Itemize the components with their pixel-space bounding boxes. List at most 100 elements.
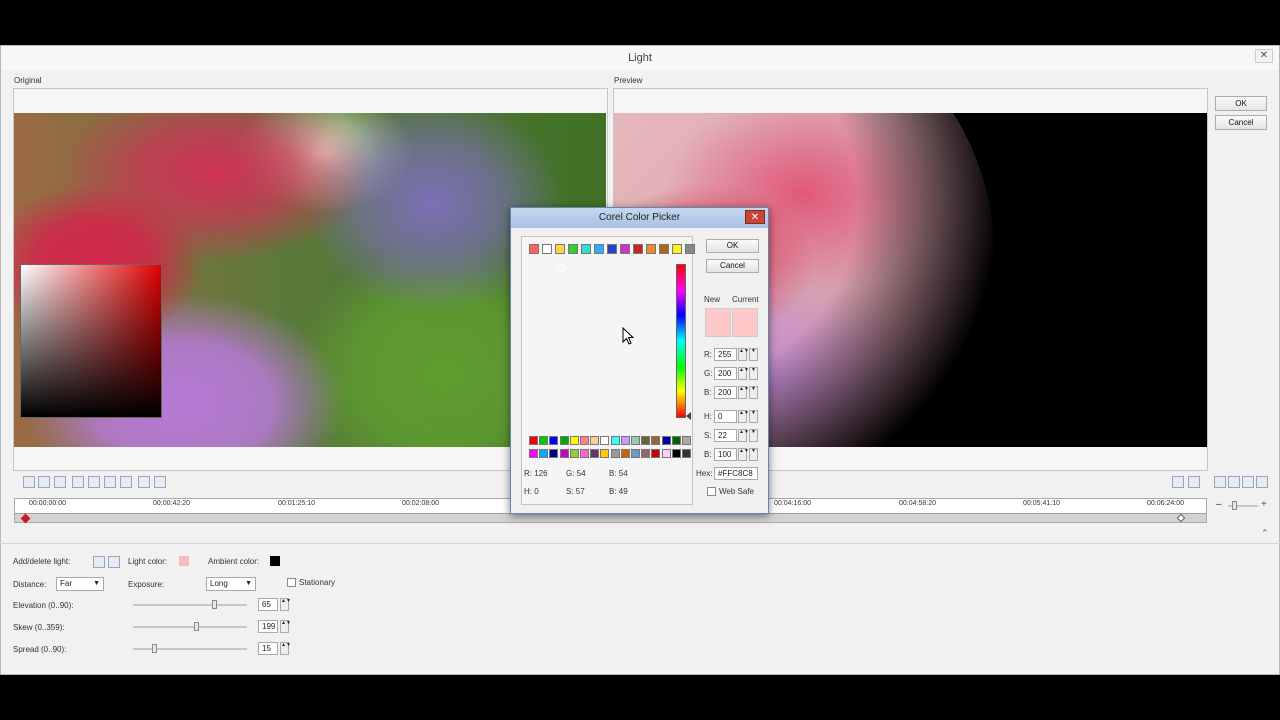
spread-slider-thumb[interactable] [151,644,157,653]
elevation-spinner[interactable]: ▲▼ [280,598,291,611]
preset-swatch[interactable] [659,244,669,254]
palette-swatch[interactable] [610,449,620,458]
preset-swatch[interactable] [633,244,643,254]
keyframe-reverse-icon[interactable] [104,476,116,488]
preset-swatch[interactable] [672,244,682,254]
palette-swatch[interactable] [651,436,661,445]
keyframe-add-icon[interactable] [72,476,84,488]
palette-swatch[interactable] [682,436,691,445]
collapse-icon[interactable]: ⌃ [1261,528,1269,539]
skew-input[interactable]: 199 [258,620,278,633]
palette-swatch[interactable] [641,436,651,445]
preset-swatch[interactable] [529,244,539,254]
preview-icon[interactable] [1242,476,1254,488]
s-input[interactable]: 22 [714,429,737,442]
palette-swatch[interactable] [539,449,549,458]
zoom-slider-thumb[interactable] [1232,501,1237,510]
loop-icon[interactable] [1228,476,1240,488]
b-input[interactable]: 200 [714,386,737,399]
keyframe-remove-icon[interactable] [88,476,100,488]
brightness-spinner[interactable]: ▲▼ [738,448,749,461]
palette-swatch[interactable] [651,449,661,458]
ok-button[interactable]: OK [1215,96,1267,111]
ambient-color-swatch[interactable] [270,556,280,566]
palette-swatch[interactable] [529,449,538,458]
preset-swatch[interactable] [581,244,591,254]
prev-keyframe-icon[interactable] [120,476,132,488]
zoom-in-icon[interactable] [38,476,50,488]
palette-swatch[interactable] [549,436,559,445]
h-input[interactable]: 0 [714,410,737,423]
palette-swatch[interactable] [529,436,538,445]
distance-select[interactable]: Far ▼ [56,577,104,591]
b-spinner[interactable]: ▲▼ [738,386,749,399]
color-picker-close-button[interactable]: ✕ [745,210,765,224]
palette-swatch[interactable] [549,449,559,458]
settings-icon[interactable] [1256,476,1268,488]
elevation-slider-thumb[interactable] [212,600,218,609]
palette-swatch[interactable] [600,449,610,458]
color-field-marker[interactable] [557,264,565,272]
preset-swatch[interactable] [568,244,578,254]
palette-swatch[interactable] [641,449,651,458]
preset-swatch[interactable] [685,244,695,254]
palette-swatch[interactable] [559,436,569,445]
preset-swatch[interactable] [555,244,565,254]
preset-swatch[interactable] [542,244,552,254]
preset-swatch[interactable] [646,244,656,254]
last-keyframe-icon[interactable] [154,476,166,488]
palette-swatch[interactable] [620,436,630,445]
g-dropdown-icon[interactable]: ▼ [749,367,758,380]
elevation-input[interactable]: 65 [258,598,278,611]
saturation-value-field[interactable] [20,264,162,418]
palette-swatch[interactable] [671,436,681,445]
r-dropdown-icon[interactable]: ▼ [749,348,758,361]
preset-swatch[interactable] [607,244,617,254]
play-icon[interactable] [1214,476,1226,488]
add-light-icon[interactable] [93,556,105,568]
spread-spinner[interactable]: ▲▼ [280,642,291,655]
palette-swatch[interactable] [661,449,671,458]
palette-swatch[interactable] [590,449,600,458]
palette-swatch[interactable] [569,436,579,445]
skew-slider[interactable] [133,626,247,628]
spread-slider[interactable] [133,648,247,650]
g-spinner[interactable]: ▲▼ [738,367,749,380]
cancel-button[interactable]: Cancel [1215,115,1267,130]
palette-swatch[interactable] [682,449,691,458]
spread-input[interactable]: 15 [258,642,278,655]
last-frame-icon[interactable] [1188,476,1200,488]
skew-spinner[interactable]: ▲▼ [280,620,291,633]
palette-swatch[interactable] [671,449,681,458]
zoom-out-icon[interactable] [54,476,66,488]
hue-slider[interactable] [676,264,686,418]
palette-swatch[interactable] [580,449,589,458]
palette-swatch[interactable] [559,449,569,458]
next-frame-icon[interactable] [1172,476,1184,488]
palette-swatch[interactable] [580,436,589,445]
zoom-plus-icon[interactable]: + [1261,499,1267,510]
current-color-swatch[interactable] [732,308,758,337]
zoom-minus-icon[interactable]: – [1216,499,1222,510]
timeline-keyframe-bar[interactable] [15,513,1206,522]
palette-swatch[interactable] [600,436,610,445]
picker-ok-button[interactable]: OK [706,239,759,253]
palette-swatch[interactable] [631,449,640,458]
h-spinner[interactable]: ▲▼ [738,410,749,423]
brightness-dropdown-icon[interactable]: ▼ [749,448,758,461]
palette-swatch[interactable] [590,436,600,445]
s-dropdown-icon[interactable]: ▼ [749,429,758,442]
b-dropdown-icon[interactable]: ▼ [749,386,758,399]
preset-swatch[interactable] [620,244,630,254]
delete-light-icon[interactable] [108,556,120,568]
palette-swatch[interactable] [610,436,620,445]
palette-swatch[interactable] [539,436,549,445]
window-close-button[interactable]: ✕ [1255,49,1273,63]
palette-swatch[interactable] [569,449,579,458]
s-spinner[interactable]: ▲▼ [738,429,749,442]
palette-swatch[interactable] [661,436,671,445]
first-keyframe-icon[interactable] [138,476,150,488]
r-spinner[interactable]: ▲▼ [738,348,749,361]
hex-input[interactable]: #FFC8C8 [714,467,758,480]
hue-pointer-icon[interactable] [686,412,691,420]
